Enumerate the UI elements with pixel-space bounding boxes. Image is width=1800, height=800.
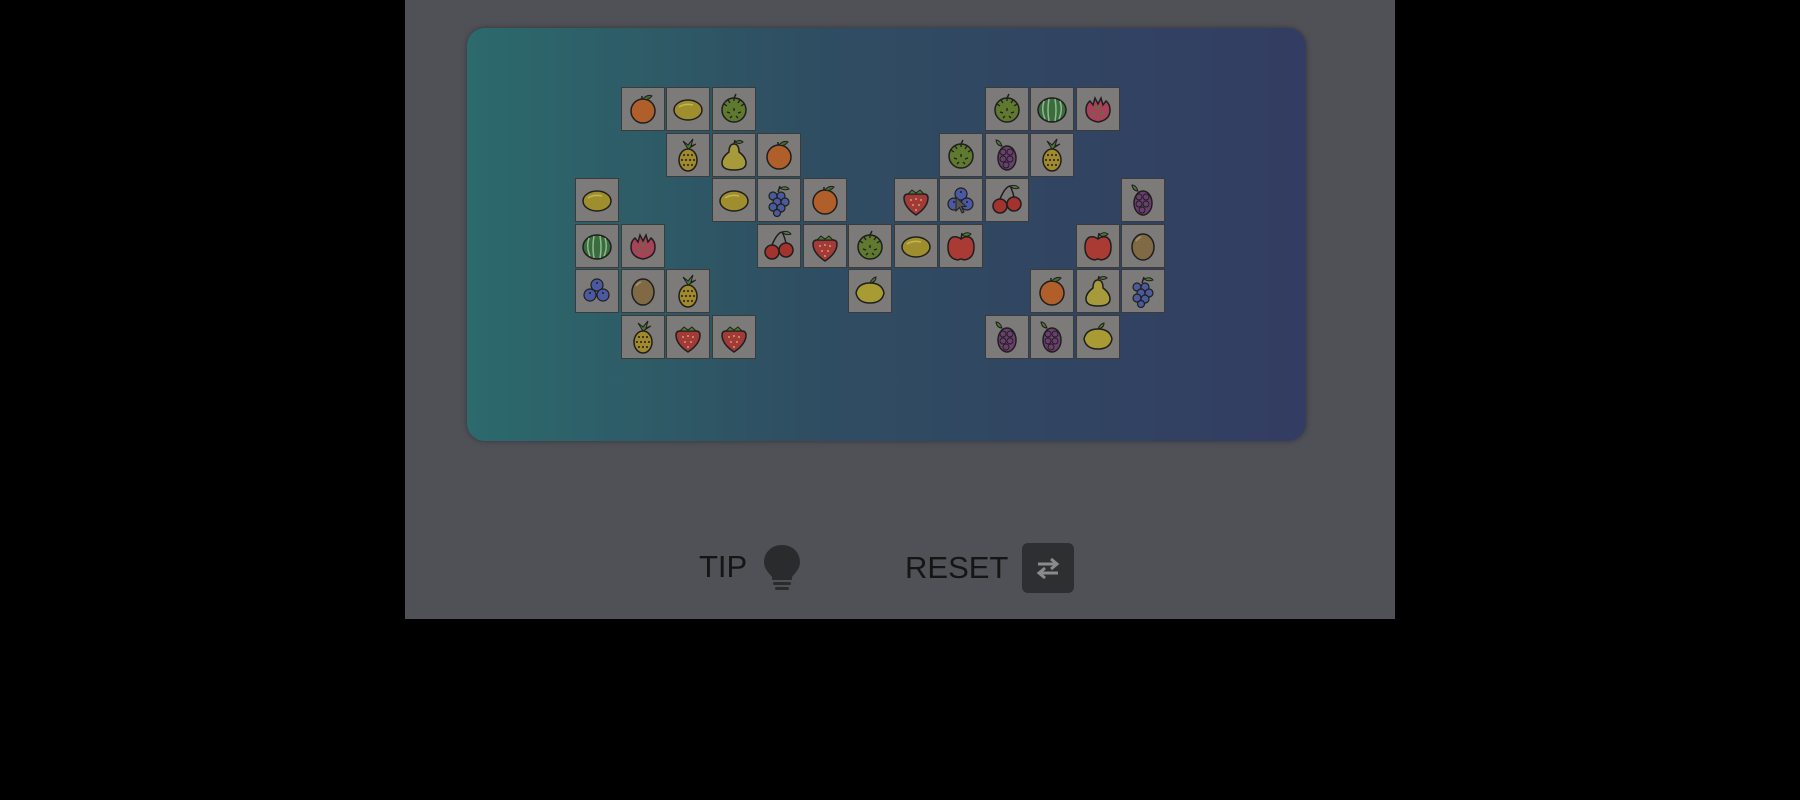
tile-grapes-purple[interactable] bbox=[1121, 178, 1165, 222]
grapes-blue-icon bbox=[1124, 272, 1162, 310]
kiwi-icon bbox=[624, 272, 662, 310]
tile-apple[interactable] bbox=[939, 223, 983, 268]
tile-orange[interactable] bbox=[1030, 269, 1074, 313]
tile-lemon[interactable] bbox=[1075, 314, 1120, 359]
cherries-icon bbox=[760, 227, 798, 265]
tile-orange[interactable] bbox=[802, 178, 847, 222]
tile-watermelon[interactable] bbox=[575, 223, 619, 268]
lemon-icon bbox=[851, 272, 889, 310]
tip-label: TIP bbox=[699, 549, 748, 584]
grapes-purple-icon bbox=[1033, 318, 1071, 356]
tile-grapes-purple[interactable] bbox=[1030, 314, 1074, 359]
tile-mango[interactable] bbox=[893, 223, 938, 268]
game-board bbox=[467, 28, 1306, 441]
apple-icon bbox=[942, 227, 980, 265]
tile-grapes-blue[interactable] bbox=[757, 178, 801, 222]
orange-icon bbox=[760, 136, 798, 174]
tile-watermelon[interactable] bbox=[1030, 87, 1074, 131]
tile-kiwi[interactable] bbox=[620, 269, 665, 313]
orange-icon bbox=[806, 181, 844, 219]
tile-blueberries[interactable] bbox=[575, 269, 619, 313]
tile-cherries[interactable] bbox=[984, 178, 1029, 222]
mango-icon bbox=[578, 181, 616, 219]
tile-lemon[interactable] bbox=[848, 269, 892, 313]
grapes-purple-icon bbox=[988, 318, 1026, 356]
pineapple-icon bbox=[669, 136, 707, 174]
durian-icon bbox=[851, 227, 889, 265]
strawberry-icon bbox=[669, 318, 707, 356]
tile-strawberry[interactable] bbox=[711, 314, 756, 359]
tile-strawberry[interactable] bbox=[802, 223, 847, 268]
dragonfruit-icon bbox=[1079, 90, 1117, 128]
tile-grapes-purple[interactable] bbox=[984, 132, 1029, 177]
mango-icon bbox=[715, 181, 753, 219]
tip-button[interactable]: TIP bbox=[699, 543, 803, 591]
durian-icon bbox=[715, 90, 753, 128]
durian-icon bbox=[942, 136, 980, 174]
tile-cherries[interactable] bbox=[757, 223, 801, 268]
tile-mango[interactable] bbox=[666, 87, 710, 131]
tile-durian[interactable] bbox=[711, 87, 756, 131]
pear-icon bbox=[715, 136, 753, 174]
kiwi-icon bbox=[1124, 227, 1162, 265]
tile-pear[interactable] bbox=[1075, 269, 1120, 313]
grapes-purple-icon bbox=[988, 136, 1026, 174]
grapes-purple-icon bbox=[1124, 181, 1162, 219]
grapes-blue-icon bbox=[760, 181, 798, 219]
reset-button[interactable]: RESET bbox=[905, 543, 1075, 593]
tile-orange[interactable] bbox=[757, 132, 801, 177]
tile-dragonfruit[interactable] bbox=[1075, 87, 1120, 131]
pear-icon bbox=[1079, 272, 1117, 310]
strawberry-icon bbox=[806, 227, 844, 265]
tile-pineapple[interactable] bbox=[666, 132, 710, 177]
tile-grapes-blue[interactable] bbox=[1121, 269, 1165, 313]
tile-durian[interactable] bbox=[984, 87, 1029, 131]
tile-strawberry[interactable] bbox=[666, 314, 710, 359]
orange-icon bbox=[624, 90, 662, 128]
tile-mango[interactable] bbox=[575, 178, 619, 222]
durian-icon bbox=[988, 90, 1026, 128]
pineapple-icon bbox=[669, 272, 707, 310]
tile-pear[interactable] bbox=[711, 132, 756, 177]
reset-label: RESET bbox=[905, 550, 1009, 585]
cherries-icon bbox=[988, 181, 1026, 219]
tile-strawberry[interactable] bbox=[893, 178, 938, 222]
tile-pineapple[interactable] bbox=[1030, 132, 1074, 177]
orange-icon bbox=[1033, 272, 1071, 310]
lightbulb-icon bbox=[761, 543, 803, 591]
tile-durian[interactable] bbox=[939, 132, 983, 177]
watermelon-icon bbox=[1033, 90, 1071, 128]
watermelon-icon bbox=[578, 227, 616, 265]
tile-apple[interactable] bbox=[1075, 223, 1120, 268]
tile-pineapple[interactable] bbox=[620, 314, 665, 359]
pineapple-icon bbox=[624, 318, 662, 356]
blueberries-icon bbox=[578, 272, 616, 310]
lemon-icon bbox=[1079, 318, 1117, 356]
tile-dragonfruit[interactable] bbox=[620, 223, 665, 268]
tile-grapes-purple[interactable] bbox=[984, 314, 1029, 359]
mango-icon bbox=[669, 90, 707, 128]
strawberry-icon bbox=[715, 318, 753, 356]
apple-icon bbox=[1079, 227, 1117, 265]
tile-kiwi[interactable] bbox=[1121, 223, 1165, 268]
game-panel: TIP RESET bbox=[405, 0, 1395, 619]
strawberry-icon bbox=[897, 181, 935, 219]
tile-orange[interactable] bbox=[620, 87, 665, 131]
mouse-cursor-icon bbox=[955, 196, 968, 214]
pineapple-icon bbox=[1033, 136, 1071, 174]
mango-icon bbox=[897, 227, 935, 265]
tile-durian[interactable] bbox=[848, 223, 892, 268]
swap-arrows-icon bbox=[1022, 543, 1075, 593]
tile-mango[interactable] bbox=[711, 178, 756, 222]
dragonfruit-icon bbox=[624, 227, 662, 265]
tile-pineapple[interactable] bbox=[666, 269, 710, 313]
